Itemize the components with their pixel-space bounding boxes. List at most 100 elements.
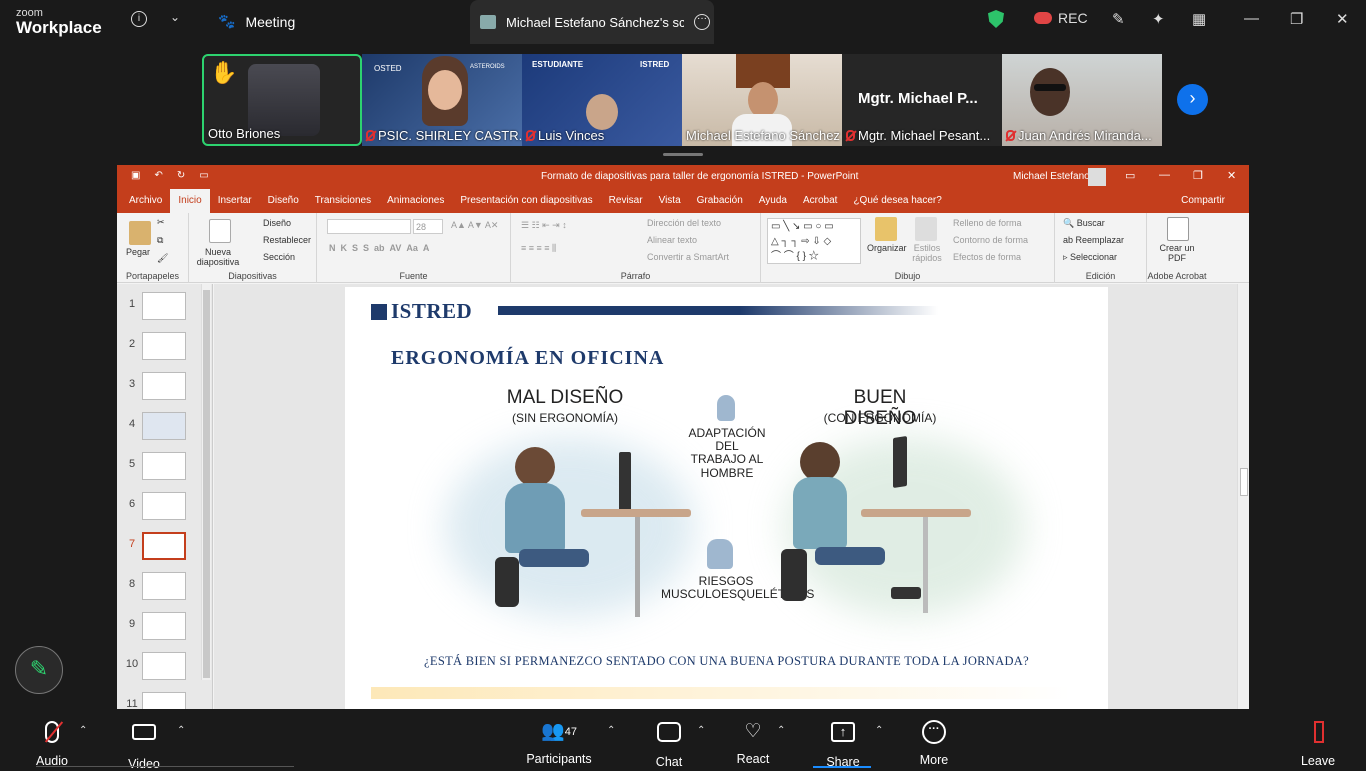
slide-thumbnail[interactable]: 2: [125, 332, 205, 372]
restore-icon[interactable]: ❐: [1290, 10, 1303, 28]
redo-icon[interactable]: ↻: [177, 170, 185, 181]
tab-acrobat[interactable]: Acrobat: [795, 189, 845, 213]
arrange-button[interactable]: Organizar: [867, 243, 907, 253]
font-grow-icon[interactable]: A▲ A▼ A✕: [451, 220, 498, 231]
copy-icon[interactable]: ⧉: [157, 235, 163, 246]
react-button[interactable]: ♡ React: [734, 719, 772, 766]
more-button[interactable]: ··· More: [916, 719, 952, 767]
shape-effects-button[interactable]: Efectos de forma: [953, 252, 1021, 262]
tab-grabacion[interactable]: Grabación: [689, 189, 751, 213]
arrange-icon[interactable]: [875, 217, 897, 241]
create-pdf-button[interactable]: Crear un PDF: [1151, 243, 1203, 263]
scrollbar-thumb[interactable]: [203, 290, 210, 678]
tab-vista[interactable]: Vista: [651, 189, 689, 213]
chat-options-caret[interactable]: ⌃: [697, 725, 705, 736]
share-options-caret[interactable]: ⌃: [875, 725, 883, 736]
font-size-box[interactable]: 28: [413, 219, 443, 234]
view-grid-icon[interactable]: ▦: [1192, 10, 1206, 28]
save-icon[interactable]: ▣: [131, 170, 140, 181]
layout-button[interactable]: Diseño: [263, 218, 291, 228]
ribbon-display-icon[interactable]: ▭: [1125, 169, 1135, 182]
info-icon[interactable]: i: [131, 11, 147, 27]
annotate-pencil-button[interactable]: ✎: [15, 646, 63, 694]
audio-button[interactable]: Audio: [34, 719, 70, 768]
smartart-button[interactable]: Convertir a SmartArt: [647, 252, 729, 262]
video-tile[interactable]: Michael Estefano Sánchez: [682, 54, 842, 146]
paste-icon[interactable]: [129, 221, 151, 245]
align-icons[interactable]: ≡ ≡ ≡ ≡ ⫼: [521, 243, 556, 254]
chevron-down-icon[interactable]: ⌄: [170, 10, 180, 24]
next-page-button[interactable]: ›: [1177, 84, 1208, 115]
video-tile[interactable]: Juan Andrés Miranda...: [1002, 54, 1162, 146]
share-screen-tab[interactable]: Michael Estefano Sánchez's screen ···: [470, 0, 714, 44]
security-shield-icon[interactable]: [988, 10, 1004, 28]
quick-styles-icon[interactable]: [915, 217, 937, 241]
tab-insertar[interactable]: Insertar: [210, 189, 260, 213]
shapes-gallery[interactable]: ▭ ╲ ↘ ▭ ○ ▭ △ ┐ ┐ ⇨ ⇩ ◇ ⌒ ⌒ { } ☆: [767, 218, 861, 264]
tab-presentacion[interactable]: Presentación con diapositivas: [452, 189, 600, 213]
participants-button[interactable]: 👥47 Participants: [526, 719, 592, 766]
slide-thumbnail[interactable]: 8: [125, 572, 205, 612]
avatar[interactable]: [1088, 168, 1106, 186]
tab-inicio[interactable]: Inicio: [170, 189, 210, 213]
participants-options-caret[interactable]: ⌃: [607, 725, 615, 736]
meeting-tab[interactable]: 🐾 Meeting: [218, 13, 295, 30]
share-button[interactable]: Compartir: [1173, 189, 1233, 213]
minimize-icon[interactable]: —: [1244, 10, 1259, 27]
more-options-icon[interactable]: ···: [694, 14, 710, 30]
recording-indicator[interactable]: REC: [1034, 10, 1088, 26]
leave-button[interactable]: Leave: [1300, 719, 1336, 768]
new-slide-icon[interactable]: [209, 219, 231, 243]
slide-thumbnail[interactable]: 11: [125, 692, 205, 709]
thumbnails-scrollbar[interactable]: [201, 284, 211, 680]
minimize-icon[interactable]: —: [1159, 169, 1170, 181]
video-tile[interactable]: ✋ Otto Briones: [202, 54, 362, 146]
restore-icon[interactable]: ❐: [1193, 169, 1203, 182]
resize-handle[interactable]: [663, 153, 703, 156]
share-screen-button[interactable]: ↑ Share: [824, 719, 862, 769]
create-pdf-icon[interactable]: [1167, 217, 1189, 241]
shape-outline-button[interactable]: Contorno de forma: [953, 235, 1028, 245]
slide-thumbnail[interactable]: 10: [125, 652, 205, 692]
reset-button[interactable]: Restablecer: [263, 235, 311, 245]
tab-diseno[interactable]: Diseño: [260, 189, 307, 213]
chat-button[interactable]: Chat: [652, 719, 686, 769]
tab-animaciones[interactable]: Animaciones: [379, 189, 452, 213]
slide-thumbnail[interactable]: 5: [125, 452, 205, 492]
quick-styles-button[interactable]: Estilos rápidos: [907, 243, 947, 263]
video-tile[interactable]: ESTUDIANTE ISTRED Luis Vinces: [522, 54, 682, 146]
tab-revisar[interactable]: Revisar: [601, 189, 651, 213]
select-button[interactable]: ▹ Seleccionar: [1063, 252, 1117, 263]
canvas-scrollbar[interactable]: [1237, 284, 1249, 709]
scrollbar-thumb[interactable]: [1240, 468, 1248, 496]
video-tile[interactable]: Mgtr. Michael P... Mgtr. Michael Pesant.…: [842, 54, 1002, 146]
new-slide-button[interactable]: Nueva diapositiva: [193, 247, 243, 267]
slide-thumbnail[interactable]: 4: [125, 412, 205, 452]
list-icons[interactable]: ☰ ☷ ⇤ ⇥ ↕: [521, 220, 567, 231]
ai-companion-icon[interactable]: ✦: [1152, 10, 1165, 28]
font-format-buttons[interactable]: N K S S ab AV Aa A: [329, 243, 429, 253]
present-icon[interactable]: ▭: [199, 170, 208, 181]
font-name-box[interactable]: [327, 219, 411, 234]
annotate-icon[interactable]: ✎: [1112, 10, 1125, 28]
text-direction-button[interactable]: Dirección del texto: [647, 218, 721, 228]
video-button[interactable]: Video: [126, 719, 162, 771]
paste-button[interactable]: Pegar: [126, 247, 150, 257]
current-slide[interactable]: ISTRED ERGONOMÍA EN OFICINA MAL DISEÑO (…: [345, 287, 1108, 709]
slide-thumbnail[interactable]: 3: [125, 372, 205, 412]
video-options-caret[interactable]: ⌃: [177, 725, 185, 736]
audio-options-caret[interactable]: ⌃: [79, 725, 87, 736]
react-options-caret[interactable]: ⌃: [777, 725, 785, 736]
slide-thumbnail[interactable]: 6: [125, 492, 205, 532]
section-button[interactable]: Sección: [263, 252, 295, 262]
tab-transiciones[interactable]: Transiciones: [307, 189, 379, 213]
video-tile[interactable]: OSTED ASTEROIDS PSIC. SHIRLEY CASTR...: [362, 54, 522, 146]
undo-icon[interactable]: ↶: [154, 170, 162, 181]
find-button[interactable]: 🔍 Buscar: [1063, 218, 1105, 229]
slide-thumbnail[interactable]: 9: [125, 612, 205, 652]
shape-fill-button[interactable]: Relleno de forma: [953, 218, 1022, 228]
align-text-button[interactable]: Alinear texto: [647, 235, 697, 245]
tab-archivo[interactable]: Archivo: [121, 189, 170, 213]
format-painter-icon[interactable]: 🖌: [157, 253, 168, 264]
close-icon[interactable]: ✕: [1336, 10, 1349, 28]
